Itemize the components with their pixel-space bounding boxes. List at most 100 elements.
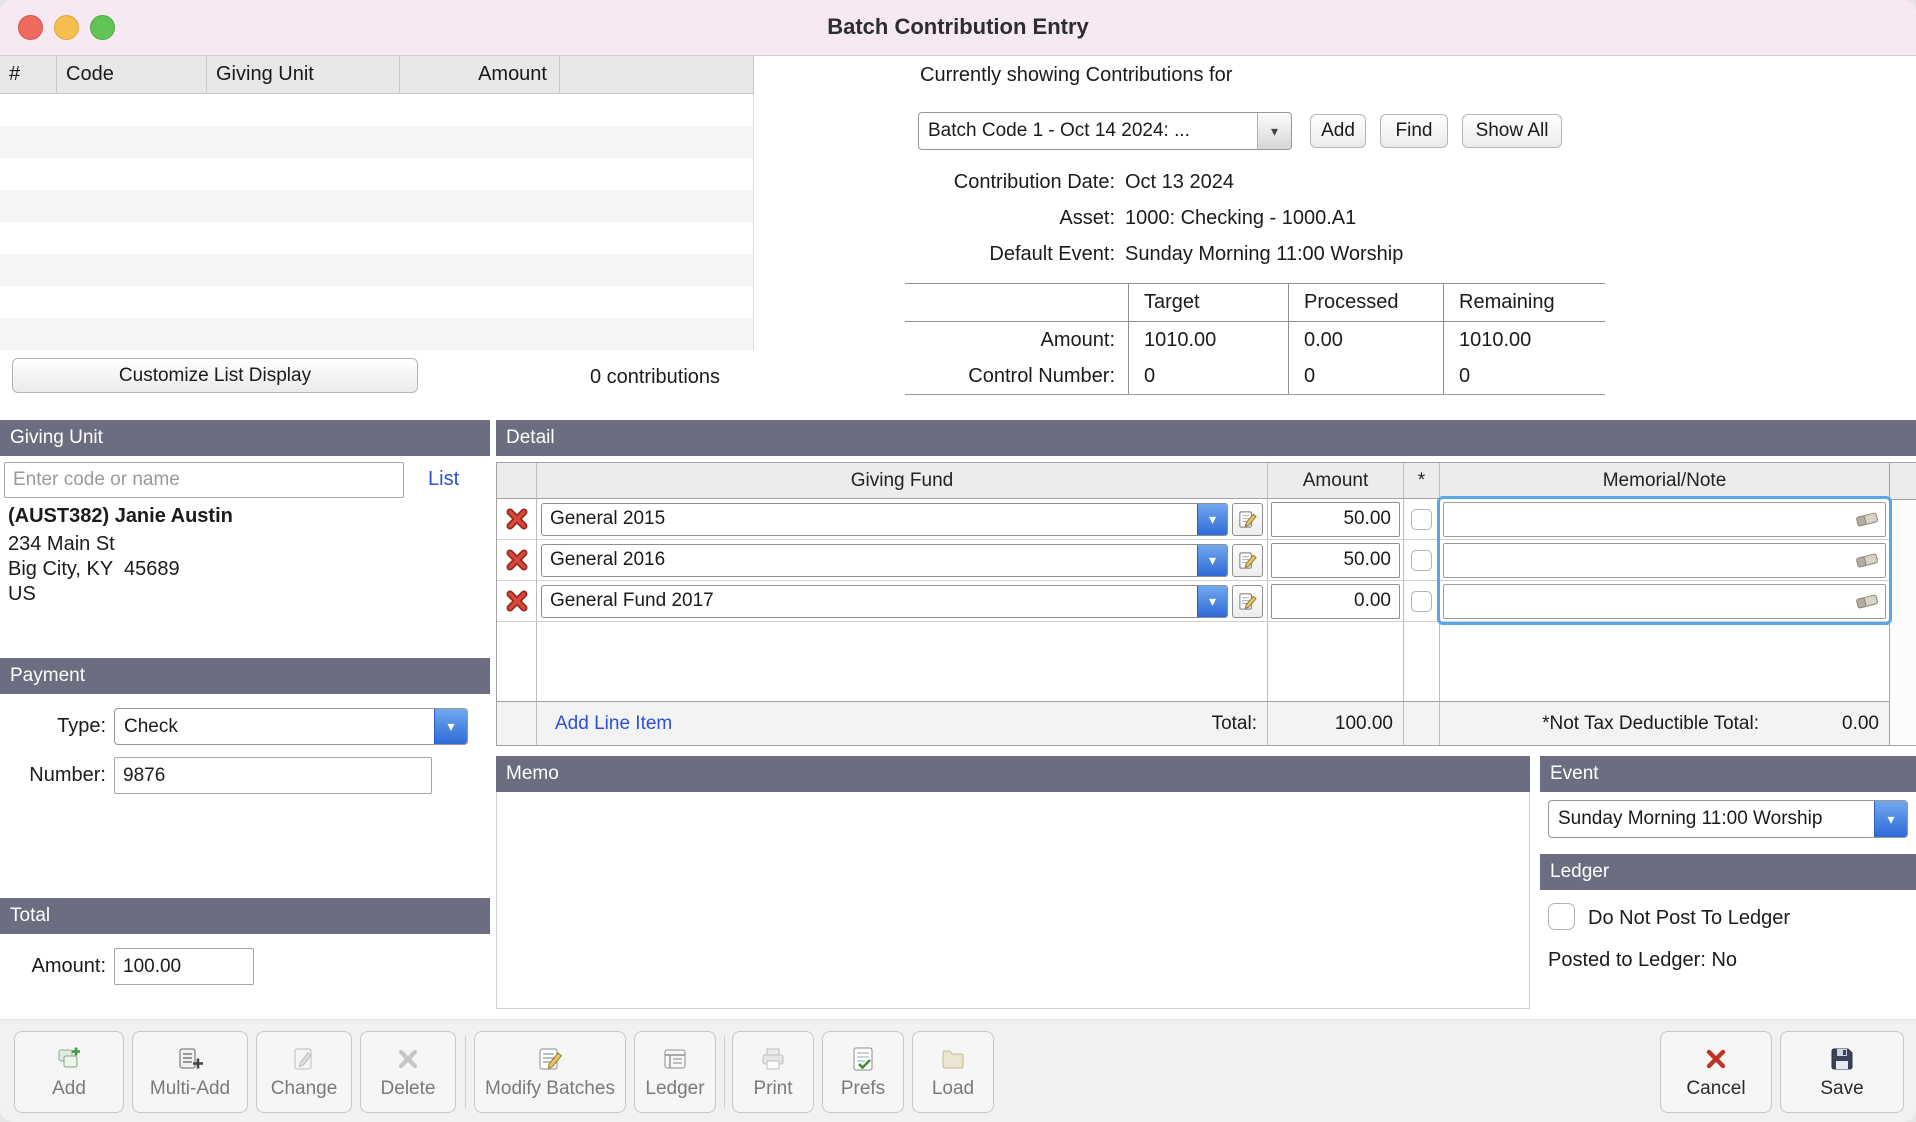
ledger-button[interactable]: Ledger [634, 1031, 716, 1113]
delete-button[interactable]: Delete [360, 1031, 456, 1113]
change-icon [290, 1045, 318, 1073]
summary-amount-remaining: 1010.00 [1443, 322, 1605, 358]
red-x-icon [504, 547, 530, 573]
giving-fund-value: General Fund 2017 [542, 586, 1197, 617]
contribution-date-value: Oct 13 2024 [1125, 171, 1234, 194]
giving-fund-value: General 2016 [542, 545, 1197, 576]
close-button[interactable] [18, 15, 43, 40]
modify-batches-button[interactable]: Modify Batches [474, 1031, 626, 1113]
list-link[interactable]: List [428, 468, 459, 491]
memorial-note-field[interactable] [1443, 543, 1886, 578]
column-header-number[interactable]: # [0, 56, 57, 93]
multi-add-button[interactable]: Multi-Add [132, 1031, 248, 1113]
not-tax-deductible-checkbox[interactable] [1411, 509, 1432, 530]
cancel-button[interactable]: Cancel [1660, 1031, 1772, 1113]
line-amount-field[interactable]: 0.00 [1271, 584, 1400, 619]
delete-line-button[interactable] [502, 586, 532, 616]
customize-list-display-button[interactable]: Customize List Display [12, 358, 418, 393]
not-tax-deductible-checkbox[interactable] [1411, 550, 1432, 571]
edit-fund-button[interactable] [1232, 585, 1263, 618]
toolbar-separator [465, 1036, 466, 1108]
asset-label: Asset: [875, 207, 1115, 230]
save-button[interactable]: Save [1780, 1031, 1904, 1113]
chevron-down-icon: ▾ [1197, 586, 1227, 617]
list-row [0, 222, 753, 254]
summary-amount-target: 1010.00 [1128, 322, 1288, 358]
list-row [0, 158, 753, 190]
memo-section-header: Memo [496, 756, 1530, 792]
giving-unit-address-line: 234 Main St [8, 533, 115, 556]
giving-fund-select[interactable]: General 2016 ▾ [541, 544, 1228, 577]
giving-unit-address-line: US [8, 583, 36, 606]
memorial-note-field[interactable] [1443, 502, 1886, 537]
summary-control-remaining: 0 [1443, 358, 1605, 394]
do-not-post-label: Do Not Post To Ledger [1588, 907, 1790, 930]
not-tax-deductible-checkbox[interactable] [1411, 591, 1432, 612]
zoom-button[interactable] [90, 15, 115, 40]
line-amount-field[interactable]: 50.00 [1271, 502, 1400, 537]
pencil-note-icon [1237, 509, 1258, 530]
column-header-amount[interactable]: Amount [400, 56, 560, 93]
minimize-button[interactable] [54, 15, 79, 40]
batch-select[interactable]: Batch Code 1 - Oct 14 2024: ... ▾ [918, 112, 1292, 150]
show-all-button[interactable]: Show All [1462, 114, 1562, 148]
red-x-icon [504, 588, 530, 614]
prefs-icon [849, 1045, 877, 1073]
summary-control-label: Control Number: [905, 358, 1128, 394]
chevron-down-icon: ▾ [1257, 113, 1291, 149]
event-value: Sunday Morning 11:00 Worship [1549, 801, 1874, 837]
eraser-icon[interactable] [1854, 551, 1880, 569]
edit-fund-button[interactable] [1232, 544, 1263, 577]
add-line-item-link[interactable]: Add Line Item [537, 713, 672, 735]
memo-textarea[interactable] [496, 792, 1530, 1009]
giving-fund-select[interactable]: General 2015 ▾ [541, 503, 1228, 536]
edit-fund-button[interactable] [1232, 503, 1263, 536]
not-tax-deductible-total-label: *Not Tax Deductible Total: [1542, 713, 1759, 735]
column-header-code[interactable]: Code [57, 56, 207, 93]
change-button[interactable]: Change [256, 1031, 352, 1113]
memorial-note-field[interactable] [1443, 584, 1886, 619]
payment-type-select[interactable]: Check ▾ [114, 708, 468, 745]
cancel-icon [1702, 1045, 1730, 1073]
ledger-icon [661, 1045, 689, 1073]
detail-delete-column-header [497, 463, 537, 499]
add-button[interactable]: Add [14, 1031, 124, 1113]
delete-line-button[interactable] [502, 545, 532, 575]
summary-amount-label: Amount: [905, 322, 1128, 358]
column-header-giving-unit[interactable]: Giving Unit [207, 56, 400, 93]
summary-col-remaining: Remaining [1443, 284, 1605, 322]
giving-fund-select[interactable]: General Fund 2017 ▾ [541, 585, 1228, 618]
do-not-post-checkbox[interactable] [1548, 903, 1575, 930]
total-amount-input[interactable] [114, 948, 254, 985]
add-icon [55, 1045, 83, 1073]
chevron-down-icon: ▾ [1874, 801, 1907, 837]
detail-footer-cell [497, 701, 537, 745]
summary-corner-cell [905, 284, 1128, 322]
posted-to-ledger-text: Posted to Ledger: No [1548, 949, 1737, 972]
giving-unit-search-input[interactable] [4, 462, 404, 498]
eraser-icon[interactable] [1854, 592, 1880, 610]
line-amount-field[interactable]: 50.00 [1271, 543, 1400, 578]
find-batch-button[interactable]: Find [1380, 114, 1448, 148]
contribution-date-label: Contribution Date: [875, 171, 1115, 194]
eraser-icon[interactable] [1854, 510, 1880, 528]
summary-col-target: Target [1128, 284, 1288, 322]
contribution-list [0, 94, 754, 350]
pencil-note-icon [1237, 591, 1258, 612]
payment-number-input[interactable] [114, 757, 432, 794]
detail-empty-cell [1440, 622, 1889, 701]
list-row [0, 190, 753, 222]
detail-footer-cell [1404, 701, 1440, 745]
print-button[interactable]: Print [732, 1031, 814, 1113]
chevron-down-icon: ▾ [1197, 545, 1227, 576]
add-batch-button[interactable]: Add [1310, 114, 1366, 148]
giving-unit-name: (AUST382) Janie Austin [8, 505, 233, 528]
load-button[interactable]: Load [912, 1031, 994, 1113]
list-row [0, 286, 753, 318]
payment-type-label: Type: [0, 708, 106, 745]
summary-control-target: 0 [1128, 358, 1288, 394]
delete-line-button[interactable] [502, 504, 532, 534]
prefs-button[interactable]: Prefs [822, 1031, 904, 1113]
event-select[interactable]: Sunday Morning 11:00 Worship ▾ [1548, 800, 1908, 838]
detail-empty-cell [1268, 622, 1404, 701]
